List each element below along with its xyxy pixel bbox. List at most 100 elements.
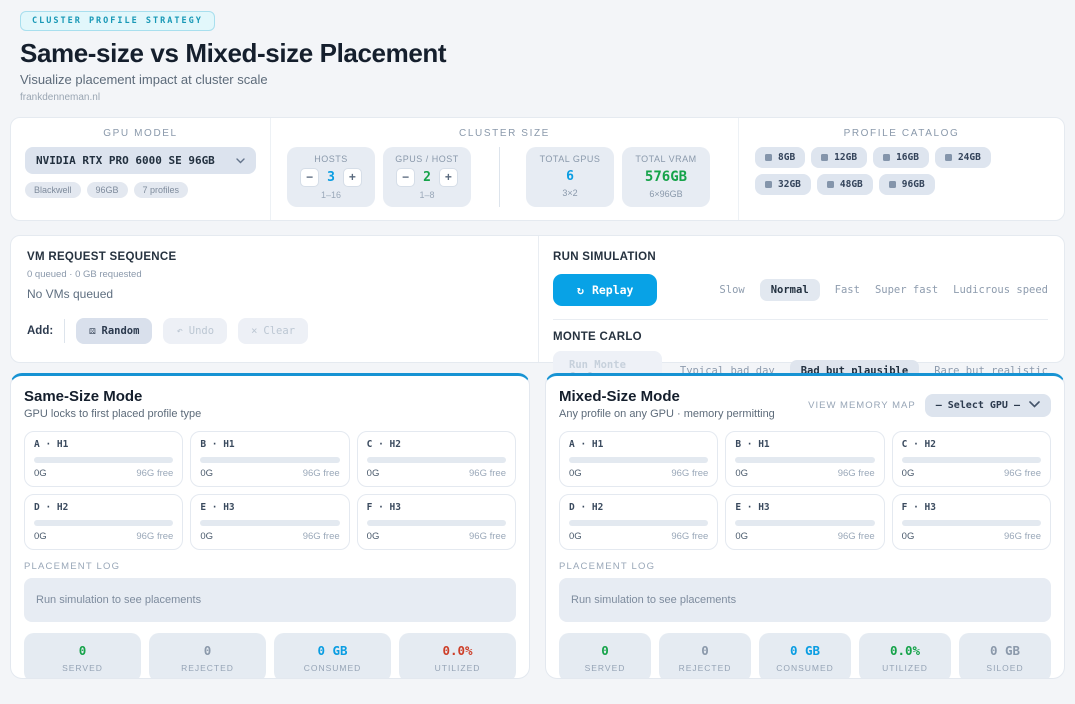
hosts-increment-button[interactable]: +: [343, 168, 362, 187]
profile-chip-96gb[interactable]: 96GB: [879, 174, 935, 195]
profile-chip-12gb[interactable]: 12GB: [811, 147, 867, 168]
speed-option-fast[interactable]: Fast: [835, 284, 860, 296]
total-vram-label: TOTAL VRAM: [628, 154, 704, 164]
profile-chip-24gb[interactable]: 24GB: [935, 147, 991, 168]
total-vram-detail: 6×96GB: [628, 189, 704, 199]
undo-button[interactable]: ↶ Undo: [163, 318, 227, 344]
profile-swatch-icon: [827, 181, 834, 188]
memory-bar: [735, 520, 874, 526]
vm-request-section: VM REQUEST SEQUENCE 0 queued · 0 GB requ…: [11, 236, 539, 362]
profile-swatch-icon: [765, 181, 772, 188]
add-label: Add:: [27, 325, 53, 337]
stat-served: 0 SERVED: [559, 633, 651, 679]
placement-log-label: PLACEMENT LOG: [24, 561, 516, 572]
mixed-size-panel: Mixed-Size Mode Any profile on any GPU ·…: [545, 373, 1065, 679]
undo-icon: ↶: [176, 325, 182, 337]
gpu-card: C · H2 0G96G free: [892, 431, 1051, 487]
gpu-card: F · H3 0G96G free: [892, 494, 1051, 550]
memory-bar: [569, 520, 708, 526]
gpus-per-host-decrement-button[interactable]: −: [396, 168, 415, 187]
stat-utilized: 0.0% UTILIZED: [859, 633, 951, 679]
gpu-card: E · H3 0G96G free: [190, 494, 349, 550]
gpus-per-host-stepper: GPUS / HOST − 2 + 1–8: [383, 147, 471, 207]
total-gpus-box: TOTAL GPUS 6 3×2: [526, 147, 614, 207]
tag-profiles: 7 profiles: [134, 182, 189, 198]
gpu-card: B · H1 0G96G free: [190, 431, 349, 487]
page-subtitle: Visualize placement impact at cluster sc…: [20, 72, 1055, 87]
speed-option-normal[interactable]: Normal: [760, 279, 820, 301]
replay-button[interactable]: ↻ Replay: [553, 274, 657, 306]
vm-queue-empty-message: No VMs queued: [27, 287, 522, 301]
gpu-card: E · H3 0G96G free: [725, 494, 884, 550]
memory-bar: [367, 520, 506, 526]
chevron-down-icon: [236, 154, 245, 167]
profile-swatch-icon: [821, 154, 828, 161]
memory-bar: [735, 457, 874, 463]
gpu-card: A · H1 0G96G free: [24, 431, 183, 487]
gpus-per-host-increment-button[interactable]: +: [439, 168, 458, 187]
stat-served: 0 SERVED: [24, 633, 141, 679]
cluster-size-label: CLUSTER SIZE: [271, 128, 738, 139]
gpu-model-value: NVIDIA RTX PRO 6000 SE 96GB: [36, 154, 215, 167]
mixed-size-gpu-grid: A · H1 0G96G free B · H1 0G96G free C · …: [559, 431, 1051, 550]
profile-chip-8gb[interactable]: 8GB: [755, 147, 805, 168]
memory-bar: [367, 457, 506, 463]
gpus-per-host-label: GPUS / HOST: [389, 154, 465, 164]
stat-consumed: 0 GB CONSUMED: [759, 633, 851, 679]
vm-request-title: VM REQUEST SEQUENCE: [27, 251, 522, 263]
memory-bar: [902, 520, 1041, 526]
same-size-title: Same-Size Mode: [24, 388, 201, 405]
hosts-range: 1–16: [293, 190, 369, 200]
stat-rejected: 0 REJECTED: [659, 633, 751, 679]
divider: [499, 147, 500, 207]
tag-architecture: Blackwell: [25, 182, 81, 198]
gpu-card: D · H2 0G96G free: [559, 494, 718, 550]
category-badge: CLUSTER PROFILE STRATEGY: [20, 11, 215, 31]
gpu-card: A · H1 0G96G free: [559, 431, 718, 487]
mixed-size-title: Mixed-Size Mode: [559, 388, 775, 405]
profile-chip-48gb[interactable]: 48GB: [817, 174, 873, 195]
profile-chip-16gb[interactable]: 16GB: [873, 147, 929, 168]
simulation-panel: VM REQUEST SEQUENCE 0 queued · 0 GB requ…: [10, 235, 1065, 363]
profile-swatch-icon: [765, 154, 772, 161]
speed-option-slow[interactable]: Slow: [719, 284, 744, 296]
profile-swatch-icon: [945, 154, 952, 161]
select-gpu-dropdown[interactable]: – Select GPU –: [925, 394, 1051, 417]
stat-rejected: 0 REJECTED: [149, 633, 266, 679]
gpu-model-section: GPU MODEL NVIDIA RTX PRO 6000 SE 96GB Bl…: [11, 118, 271, 220]
same-size-panel: Same-Size Mode GPU locks to first placed…: [10, 373, 530, 679]
add-random-button[interactable]: ⚄ Random: [76, 318, 152, 344]
total-vram-box: TOTAL VRAM 576GB 6×96GB: [622, 147, 710, 207]
page-header: CLUSTER PROFILE STRATEGY Same-size vs Mi…: [20, 10, 1055, 103]
hosts-decrement-button[interactable]: −: [300, 168, 319, 187]
placement-log-label: PLACEMENT LOG: [559, 561, 1051, 572]
gpu-card: B · H1 0G96G free: [725, 431, 884, 487]
speed-option-ludicrous[interactable]: Ludicrous speed: [953, 284, 1048, 296]
tag-vram: 96GB: [87, 182, 128, 198]
profile-chip-32gb[interactable]: 32GB: [755, 174, 811, 195]
divider: [64, 319, 65, 343]
profile-swatch-icon: [883, 154, 890, 161]
memory-bar: [34, 520, 173, 526]
speed-option-super-fast[interactable]: Super fast: [875, 284, 938, 296]
memory-bar: [569, 457, 708, 463]
cluster-controls-panel: GPU MODEL NVIDIA RTX PRO 6000 SE 96GB Bl…: [10, 117, 1065, 221]
total-gpus-detail: 3×2: [532, 188, 608, 198]
monte-carlo-title: MONTE CARLO: [553, 331, 1048, 343]
gpu-model-dropdown[interactable]: NVIDIA RTX PRO 6000 SE 96GB: [25, 147, 256, 174]
gpu-model-label: GPU MODEL: [25, 128, 256, 139]
clear-button[interactable]: × Clear: [238, 318, 308, 344]
speed-options: Slow Normal Fast Super fast Ludicrous sp…: [719, 279, 1048, 301]
gpus-per-host-value: 2: [423, 170, 431, 185]
profile-swatch-icon: [889, 181, 896, 188]
vm-queue-summary: 0 queued · 0 GB requested: [27, 269, 522, 280]
same-size-subtitle: GPU locks to first placed profile type: [24, 408, 201, 420]
mixed-size-stats: 0 SERVED 0 REJECTED 0 GB CONSUMED 0.0% U…: [559, 633, 1051, 679]
total-vram-value: 576GB: [628, 169, 704, 185]
dice-icon: ⚄: [89, 325, 95, 337]
replay-icon: ↻: [577, 283, 584, 297]
stat-consumed: 0 GB CONSUMED: [274, 633, 391, 679]
gpu-card: F · H3 0G96G free: [357, 494, 516, 550]
stat-siloed: 0 GB SILOED: [959, 633, 1051, 679]
total-gpus-label: TOTAL GPUS: [532, 154, 608, 164]
